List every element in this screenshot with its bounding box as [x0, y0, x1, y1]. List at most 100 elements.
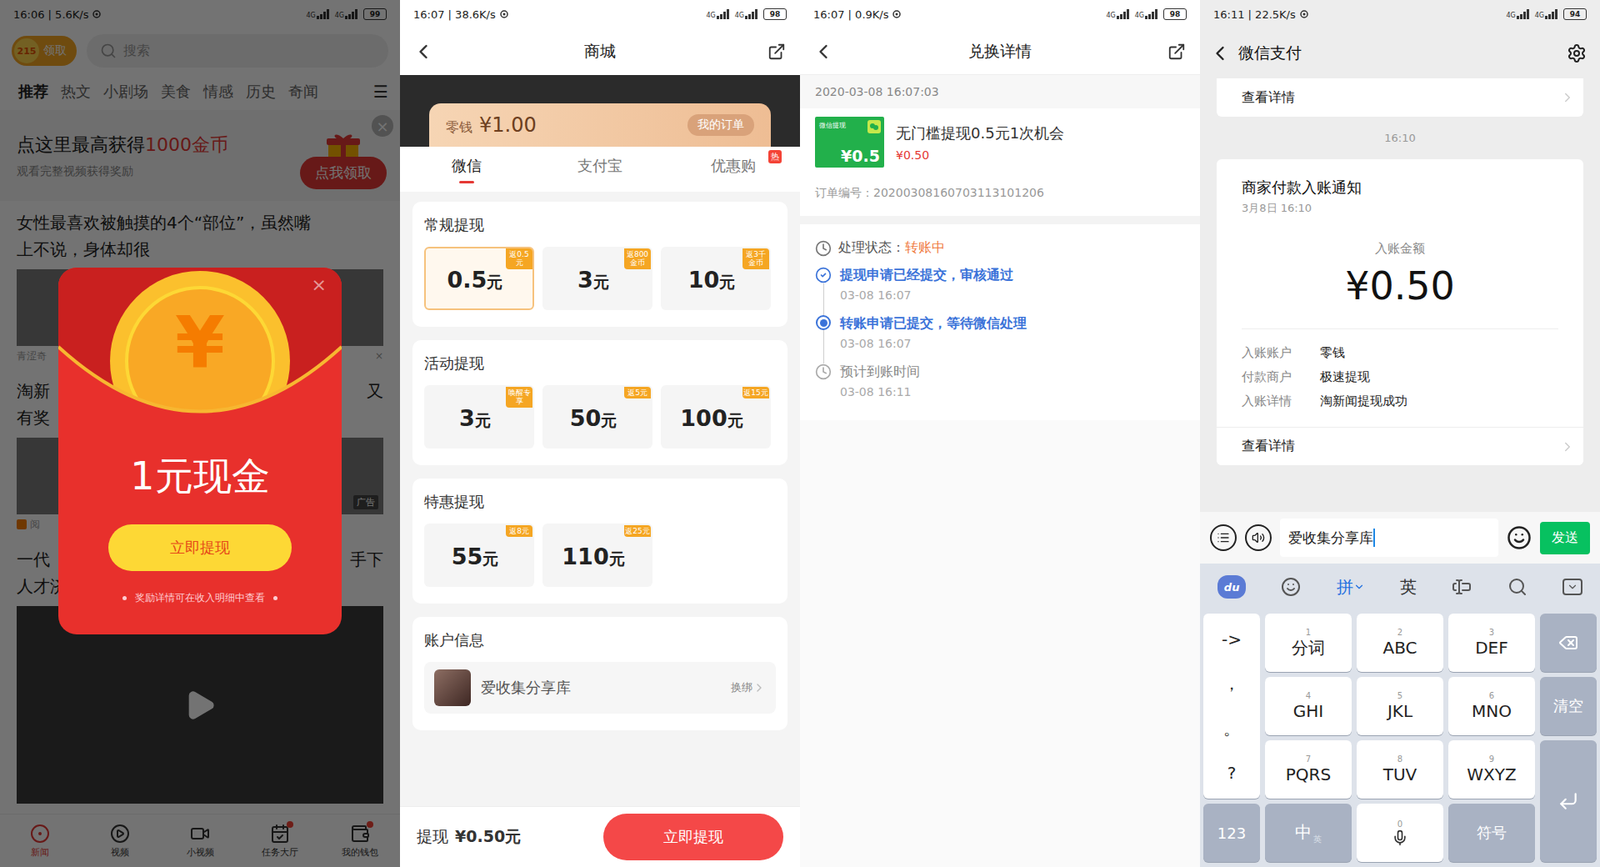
withdraw-option[interactable]: 50元返5元 [542, 385, 653, 449]
withdraw-button[interactable]: 立即提现 [603, 813, 784, 860]
delete-key[interactable] [1540, 613, 1597, 672]
payment-notice-card: 商家付款入账通知3月8日 16:10入账金额¥0.50入账账户零钱付款商户极速提… [1216, 159, 1584, 465]
signal-indicator: 4G [735, 9, 759, 20]
signal-icon [1116, 9, 1130, 20]
rebind-button[interactable]: 换绑 [730, 680, 766, 695]
payment-tab[interactable]: 优惠购热 [666, 146, 800, 192]
letter-key[interactable]: 5JKL [1356, 676, 1444, 735]
withdraw-section: 常规提现 0.5元返0.5元3元返800金币10元返3千金币 [412, 201, 788, 327]
amount-label: 入账金额 [1241, 240, 1559, 257]
letter-key[interactable]: 8TUV [1356, 740, 1444, 799]
section-title: 常规提现 [424, 215, 776, 235]
letter-key[interactable]: 3DEF [1448, 613, 1535, 672]
back-icon[interactable] [1208, 41, 1232, 65]
popup-withdraw-button[interactable]: 立即提现 [108, 524, 292, 571]
emoji-icon[interactable] [1280, 576, 1301, 597]
enter-key[interactable] [1540, 740, 1597, 862]
option-tag: 返3千金币 [742, 248, 770, 270]
chat-input-bar: 爱收集分享库 发送 [1200, 511, 1600, 564]
clock-icon [815, 240, 832, 257]
voice-icon [1251, 530, 1265, 545]
backspace-icon [1558, 632, 1579, 653]
withdraw-option[interactable]: 110元返25元 [542, 523, 653, 587]
collapse-keyboard-button[interactable] [1562, 578, 1583, 595]
withdraw-option[interactable]: 3元返800金币 [542, 246, 653, 310]
withdraw-option[interactable]: 3元唤醒专享 [424, 385, 535, 449]
time-divider: 16:10 [1216, 116, 1584, 160]
share-icon[interactable] [767, 42, 786, 61]
back-icon[interactable] [411, 40, 435, 64]
withdraw-section: 特惠提现 55元返8元110元返25元 [412, 478, 788, 604]
emoji-icon[interactable] [1506, 525, 1532, 550]
withdraw-option[interactable]: 0.5元返0.5元 [424, 246, 535, 310]
payment-tab[interactable]: 微信 [400, 146, 534, 192]
wechat-pay-icon [867, 120, 881, 134]
space-key[interactable]: 0 [1356, 803, 1444, 862]
popup-close-button[interactable]: × [311, 274, 327, 295]
notice-info-row: 付款商户极速提现 [1241, 365, 1559, 390]
language-key[interactable]: 中英 [1265, 803, 1352, 862]
signal-indicator: 4G [1135, 9, 1159, 20]
popup-amount: 1元现金 [130, 453, 270, 500]
input-mode-key[interactable]: 拼 [1336, 575, 1365, 599]
gear-icon[interactable] [1566, 43, 1587, 64]
chevron-right-icon [752, 680, 766, 695]
menu-button[interactable] [1210, 524, 1237, 551]
notification-icon [892, 10, 901, 19]
signal-indicator: 4G [1505, 9, 1530, 20]
back-icon[interactable] [811, 40, 835, 64]
letter-key[interactable]: 1分词 [1265, 613, 1352, 672]
notification-icon [1300, 10, 1309, 19]
signal-icon [1516, 9, 1530, 20]
step-pending-icon [815, 363, 832, 380]
product-row[interactable]: 微信提现¥0.5无门槛提现0.5元1次机会¥0.50 [800, 108, 1200, 176]
clear-key[interactable]: 清空 [1540, 676, 1597, 735]
status-time: 16:11 | 22.5K/s [1213, 8, 1296, 21]
share-icon[interactable] [1167, 42, 1186, 61]
send-button[interactable]: 发送 [1540, 521, 1590, 555]
search-icon[interactable] [1507, 576, 1528, 597]
letter-key[interactable]: 9WXYZ [1448, 740, 1535, 799]
option-tag: 返8元 [505, 525, 533, 537]
previous-details-link[interactable]: 查看详情 [1216, 78, 1584, 117]
letter-key[interactable]: 4GHI [1265, 676, 1352, 735]
account-name: 爱收集分享库 [480, 677, 721, 698]
withdraw-option[interactable]: 10元返3千金币 [660, 246, 771, 310]
cursor-icon[interactable] [1451, 576, 1472, 597]
product-thumbnail: 微信提现¥0.5 [815, 116, 885, 168]
option-tag: 返0.5元 [505, 248, 533, 270]
amount-value: ¥0.50 [1241, 263, 1559, 309]
balance-amount: ¥1.00 [479, 113, 537, 137]
battery-icon: 98 [1163, 8, 1187, 20]
enter-icon [1557, 790, 1580, 812]
numbers-key[interactable]: 123 [1203, 803, 1260, 862]
ime-logo[interactable]: du [1217, 575, 1246, 599]
signal-indicator: 4G [1105, 9, 1130, 20]
notice-info-row: 入账详情淘新闻提现成功 [1241, 389, 1559, 414]
signal-indicator: 4G [705, 9, 730, 20]
letter-key[interactable]: 7PQRS [1265, 740, 1352, 799]
withdraw-option[interactable]: 100元返15元 [660, 385, 771, 449]
option-tag: 返15元 [742, 386, 770, 399]
timeline-step: 提现申请已经提交，审核通过03-08 16:07 [815, 266, 1185, 315]
account-row[interactable]: 爱收集分享库换绑 [424, 661, 776, 714]
letter-key[interactable]: 2ABC [1356, 613, 1444, 672]
voice-button[interactable] [1245, 524, 1272, 551]
my-orders-button[interactable]: 我的订单 [687, 114, 755, 136]
input-mode-key[interactable]: 英 [1400, 575, 1417, 599]
symbols-key[interactable]: 符号 [1448, 803, 1535, 862]
battery-icon: 94 [1563, 8, 1587, 20]
section-title: 特惠提现 [424, 491, 776, 512]
option-tag: 唤醒专享 [505, 386, 533, 408]
signal-icon [1545, 9, 1559, 20]
payment-tab[interactable]: 支付宝 [533, 146, 667, 192]
hot-badge: 热 [768, 150, 782, 164]
punctuation-key[interactable]: ->，。? [1203, 613, 1260, 799]
mall-screen: 16:07 | 38.6K/s4G4G98商城零钱¥1.00我的订单微信支付宝优… [400, 0, 800, 867]
notice-details-link[interactable]: 查看详情 [1216, 426, 1584, 465]
letter-key[interactable]: 6MNO [1448, 676, 1535, 735]
message-input[interactable]: 爱收集分享库 [1280, 518, 1499, 557]
chat-header: 微信支付 [1200, 28, 1600, 79]
keyboard-toolbar: du 拼 英 [1200, 563, 1600, 610]
withdraw-option[interactable]: 55元返8元 [424, 523, 535, 587]
